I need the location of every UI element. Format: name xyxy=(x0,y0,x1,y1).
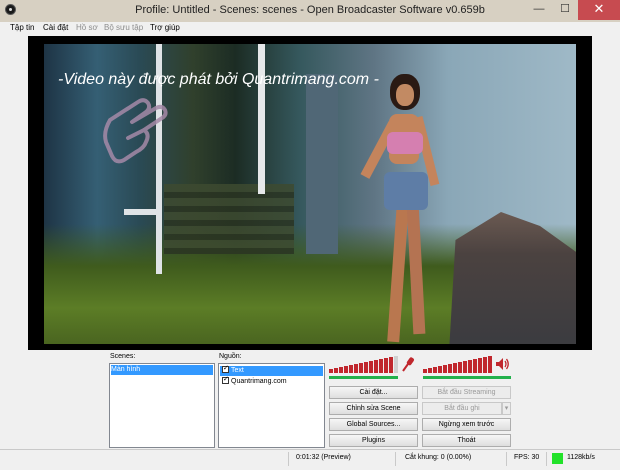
source-visibility-checkbox[interactable] xyxy=(222,364,229,374)
menu-file[interactable]: Tập tin xyxy=(10,23,34,32)
menu-collections[interactable]: Bộ sưu tập xyxy=(104,23,143,32)
minimize-button[interactable]: — xyxy=(526,0,552,20)
sources-label: Nguồn: xyxy=(219,353,242,360)
menu-bar: Tập tin Cài đặt Hồ sơ Bộ sưu tập Trợ giú… xyxy=(0,22,620,35)
close-button[interactable]: ✕ xyxy=(578,0,620,20)
sources-list[interactable]: Text Quantrimang.com xyxy=(218,363,325,448)
status-time: 0:01:32 (Preview) xyxy=(296,454,351,461)
microphone-level-meter xyxy=(329,376,398,379)
pointing-hand-icon xyxy=(103,98,168,164)
maximize-button[interactable]: ☐ xyxy=(552,0,578,20)
stop-preview-button[interactable]: Ngừng xem trước xyxy=(422,418,511,431)
preview-area[interactable]: -Video này được phát bởi Quantrimang.com… xyxy=(28,36,592,350)
status-fps: FPS: 30 xyxy=(514,454,540,461)
edit-scene-button[interactable]: Chỉnh sửa Scene xyxy=(329,402,418,415)
source-item[interactable]: Quantrimang.com xyxy=(220,375,323,387)
scenes-label: Scenes: xyxy=(110,353,136,360)
preview-watermark-text: -Video này được phát bởi Quantrimang.com… xyxy=(58,71,379,88)
preview-video-frame xyxy=(44,44,576,344)
microphone-volume-slider[interactable] xyxy=(329,355,399,373)
source-item[interactable]: Text xyxy=(220,364,323,376)
scenes-list[interactable]: Màn hình xyxy=(109,363,215,448)
stream-health-indicator xyxy=(552,453,563,464)
status-bitrate: 1128kb/s xyxy=(567,454,595,461)
recording-dropdown-button[interactable]: ▾ xyxy=(502,402,511,415)
start-streaming-button[interactable]: Bắt đầu Streaming xyxy=(422,386,511,399)
start-recording-button[interactable]: Bắt đầu ghi xyxy=(422,402,502,415)
chevron-down-icon: ▾ xyxy=(504,405,509,412)
desktop-volume-slider[interactable] xyxy=(423,355,493,373)
speaker-icon[interactable] xyxy=(494,356,510,372)
scene-item[interactable]: Màn hình xyxy=(111,365,213,375)
source-item-label: Text xyxy=(231,367,244,374)
source-visibility-checkbox[interactable] xyxy=(222,375,229,385)
status-bar: 0:01:32 (Preview) Cắt khung: 0 (0.00%) F… xyxy=(0,449,620,470)
settings-button[interactable]: Cài đặt... xyxy=(329,386,418,399)
global-sources-button[interactable]: Global Sources... xyxy=(329,418,418,431)
desktop-level-meter xyxy=(423,376,511,379)
menu-profiles[interactable]: Hồ sơ xyxy=(76,23,98,32)
title-bar: Profile: Untitled - Scenes: scenes - Ope… xyxy=(0,0,620,22)
source-item-label: Quantrimang.com xyxy=(231,378,287,385)
status-dropped-frames: Cắt khung: 0 (0.00%) xyxy=(405,454,472,461)
exit-button[interactable]: Thoát xyxy=(422,434,511,447)
microphone-icon[interactable] xyxy=(400,356,416,372)
plugins-button[interactable]: Plugins xyxy=(329,434,418,447)
menu-settings[interactable]: Cài đặt xyxy=(43,23,68,32)
menu-help[interactable]: Trợ giúp xyxy=(150,23,180,32)
